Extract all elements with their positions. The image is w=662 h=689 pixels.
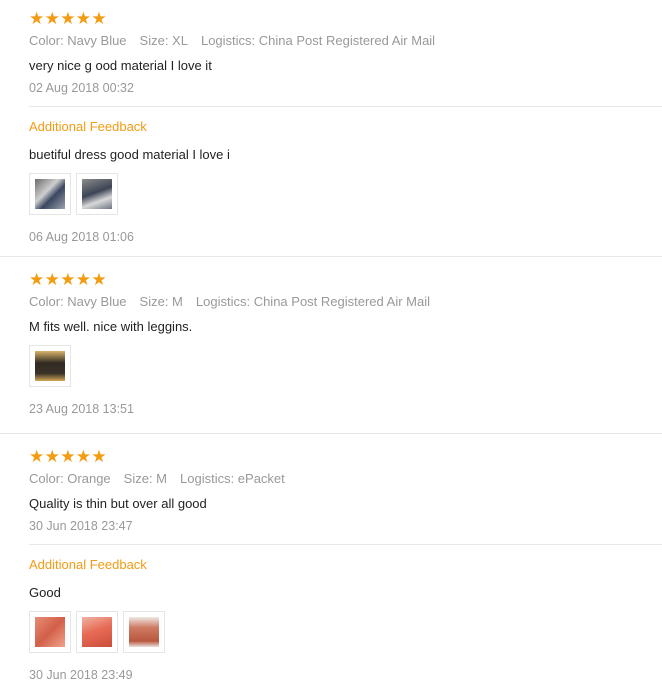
additional-feedback-text: Good	[29, 585, 61, 600]
additional-feedback-text: buetiful dress good material I love i	[29, 147, 230, 162]
logistics-attribute: Logistics: China Post Registered Air Mai…	[195, 294, 430, 309]
review-photo-thumbnail[interactable]	[123, 611, 165, 653]
review-attributes: Color: Navy Blue Size: M Logistics: China …	[29, 294, 443, 309]
color-attribute: Color: Navy Blue	[29, 294, 127, 309]
size-attribute: Size: XL	[139, 33, 188, 48]
review-text: M fits well. nice with leggins.	[29, 319, 193, 334]
review-photo	[82, 179, 112, 209]
review-text: very nice g ood material I love it	[29, 58, 212, 73]
star-icon: ★	[29, 9, 45, 28]
star-icon: ★	[44, 447, 60, 466]
review-photo-thumbnail[interactable]	[29, 611, 71, 653]
star-icon: ★	[60, 447, 76, 466]
review-attributes: Color: Orange Size: M Logistics: ePacket	[29, 471, 298, 486]
review-photo-thumbnail[interactable]	[76, 173, 118, 215]
review-date: 30 Jun 2018 23:47	[29, 519, 133, 533]
review-photo-thumbnail[interactable]	[29, 345, 71, 387]
review-date: 02 Aug 2018 00:32	[29, 81, 134, 95]
star-icon: ★	[60, 9, 76, 28]
review-attributes: Color: Navy Blue Size: XL Logistics: China…	[29, 33, 448, 48]
additional-feedback-date: 30 Jun 2018 23:49	[29, 668, 133, 682]
review-divider	[0, 256, 662, 257]
additional-feedback-label: Additional Feedback	[29, 557, 147, 572]
rating-stars: ★ ★ ★ ★ ★	[29, 447, 107, 466]
star-icon: ★	[60, 270, 76, 289]
review-divider	[0, 433, 662, 434]
star-icon: ★	[91, 270, 107, 289]
star-icon: ★	[91, 447, 107, 466]
logistics-attribute: Logistics: China Post Registered Air Mai…	[200, 33, 436, 48]
additional-feedback-date: 06 Aug 2018 01:06	[29, 230, 134, 244]
star-icon: ★	[75, 9, 92, 28]
review-photo	[35, 179, 65, 209]
size-attribute: Size: M	[123, 471, 167, 486]
star-icon: ★	[29, 270, 45, 289]
review-photo-thumbnail[interactable]	[76, 611, 118, 653]
review-photo	[35, 351, 65, 381]
color-attribute: Color: Orange	[29, 471, 111, 486]
size-attribute: Size: M	[139, 294, 183, 309]
star-icon: ★	[75, 270, 92, 289]
review-photo	[129, 617, 159, 647]
review-date: 23 Aug 2018 13:51	[29, 402, 134, 416]
star-icon: ★	[75, 447, 92, 466]
review-text: Quality is thin but over all good	[29, 496, 207, 511]
review-photo	[35, 617, 65, 647]
review-photo	[82, 617, 112, 647]
additional-feedback-label: Additional Feedback	[29, 119, 147, 134]
logistics-attribute: Logistics: ePacket	[180, 471, 285, 486]
divider	[29, 544, 662, 545]
star-icon: ★	[44, 9, 60, 28]
color-attribute: Color: Navy Blue	[29, 33, 127, 48]
review-photo-thumbnail[interactable]	[29, 173, 71, 215]
divider	[29, 106, 662, 107]
star-icon: ★	[44, 270, 60, 289]
rating-stars: ★ ★ ★ ★ ★	[29, 270, 107, 289]
rating-stars: ★ ★ ★ ★ ★	[29, 9, 107, 28]
star-icon: ★	[29, 447, 45, 466]
star-icon: ★	[91, 9, 107, 28]
